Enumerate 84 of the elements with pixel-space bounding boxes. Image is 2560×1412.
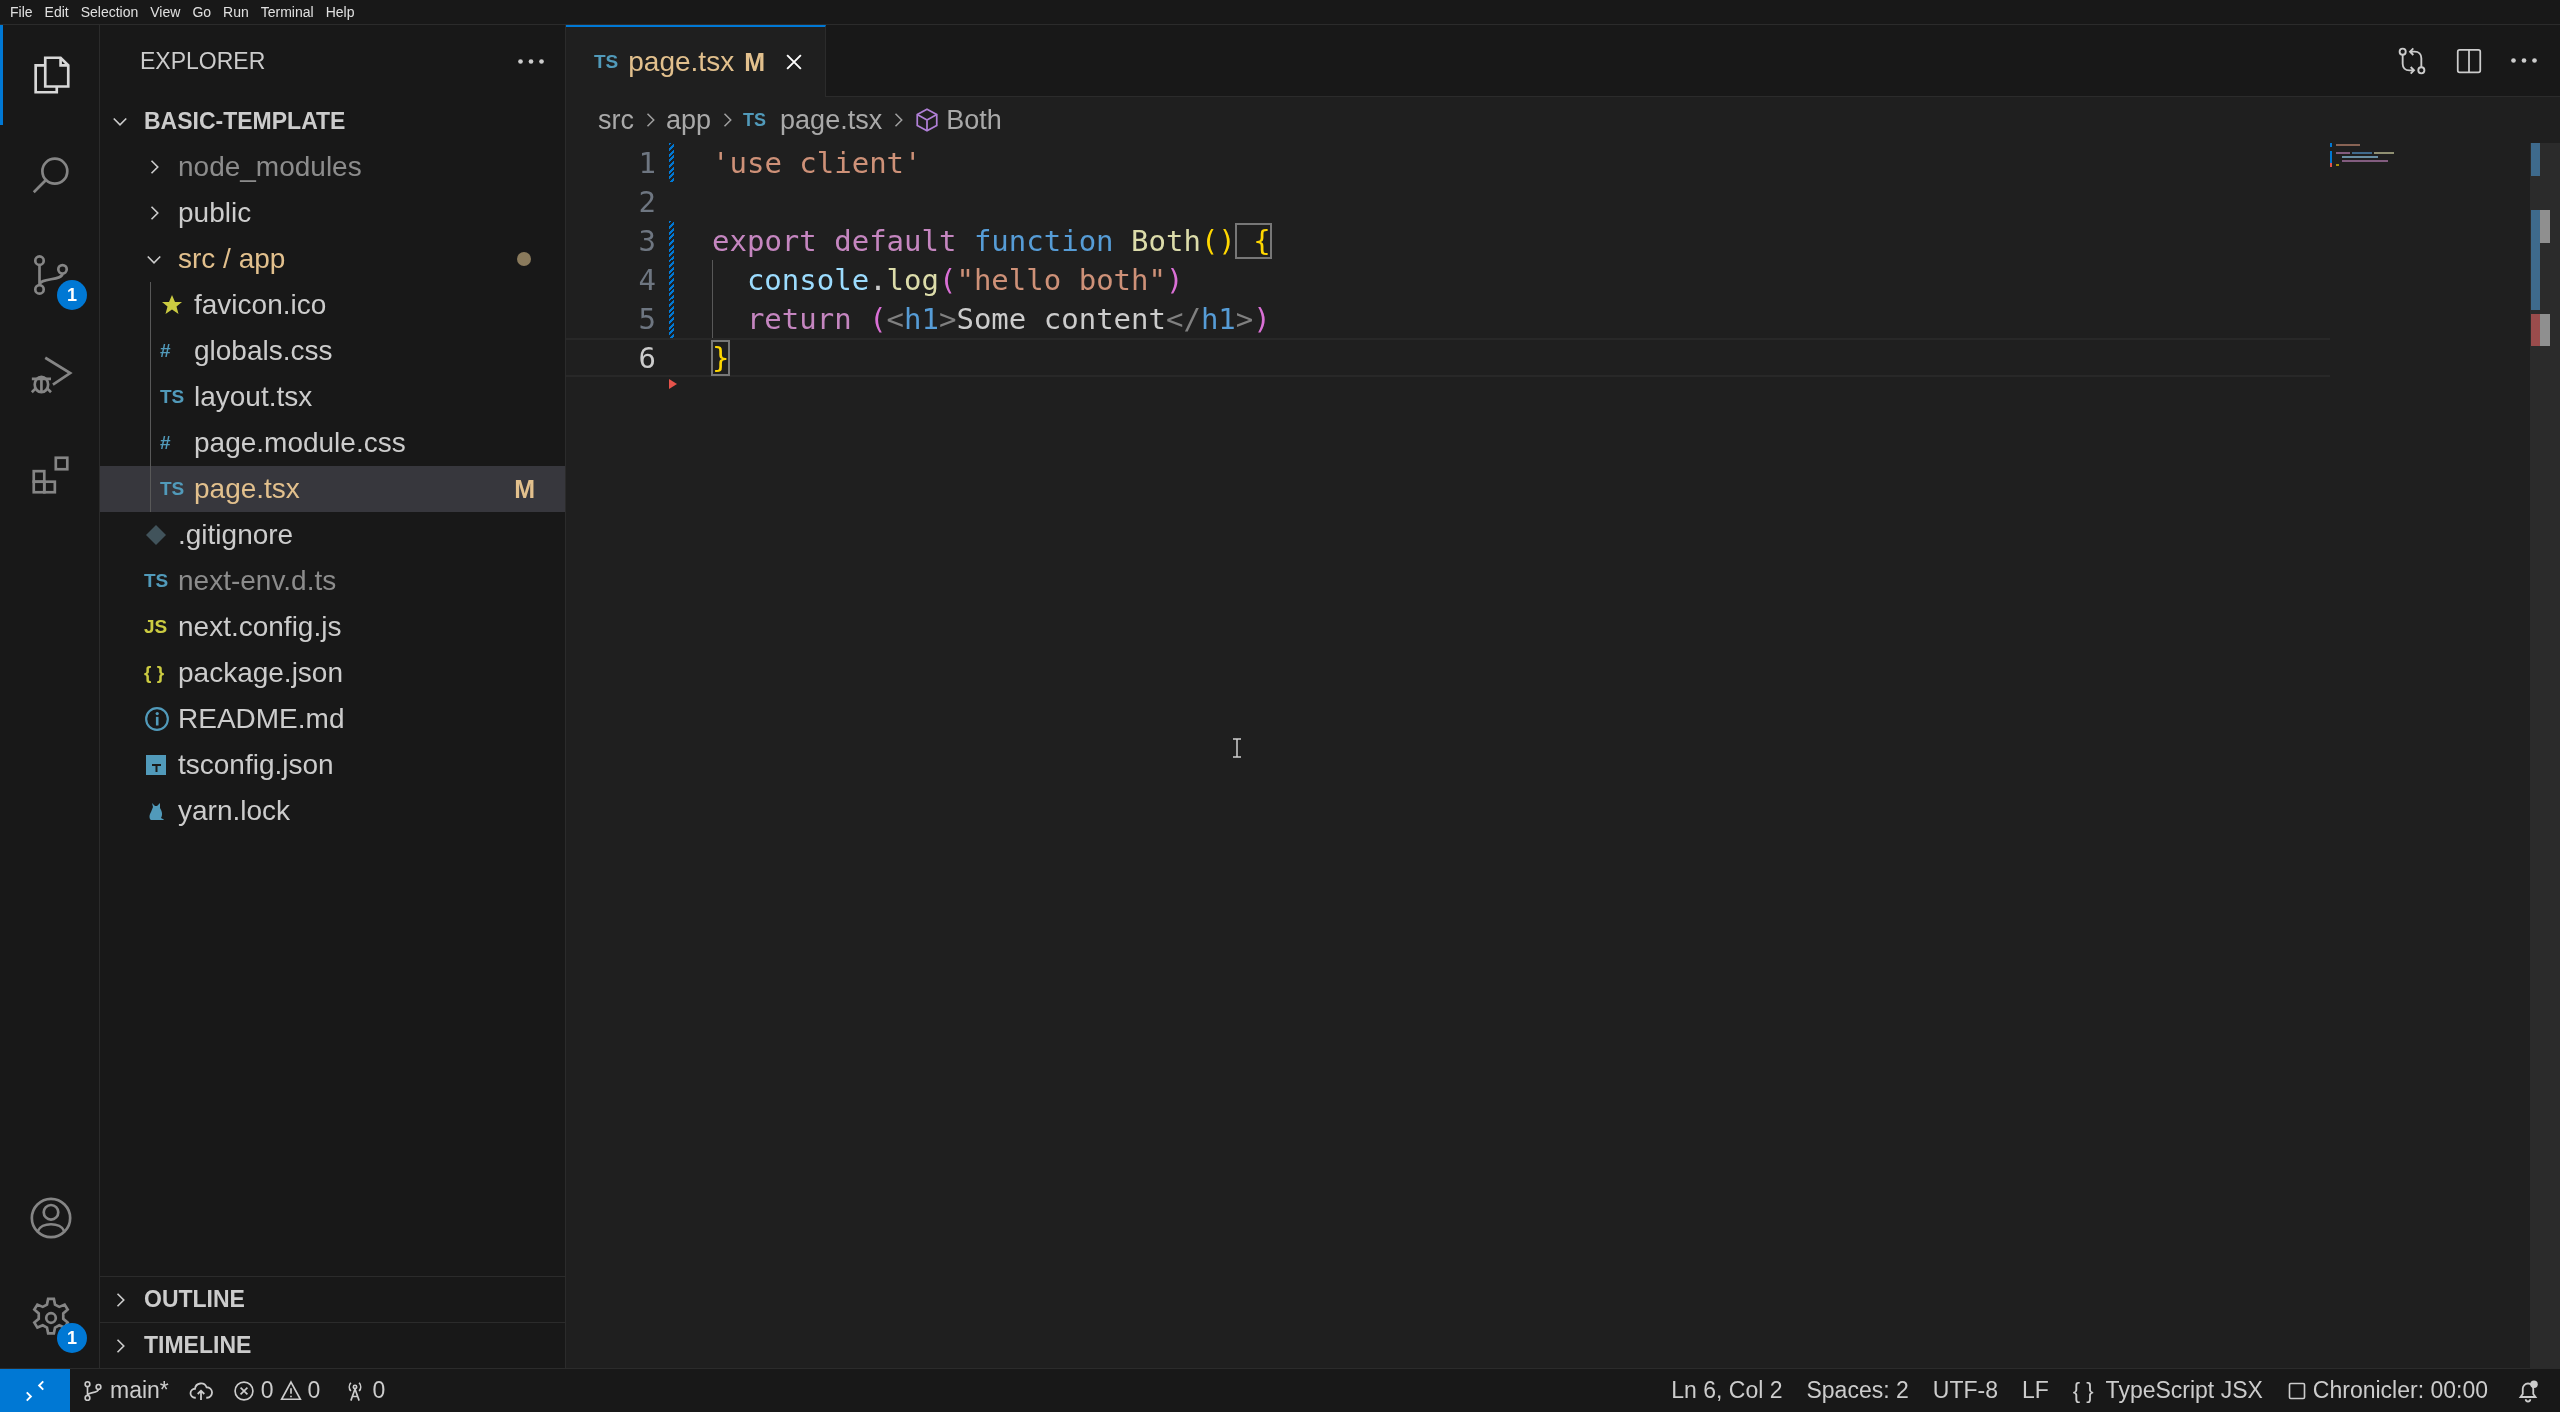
file-type-icon: TS: [144, 570, 169, 592]
warning-icon: [279, 1379, 302, 1402]
explorer-entry[interactable]: TS page.tsx M: [100, 466, 565, 512]
file-type-icon: TS: [160, 386, 185, 408]
code-line: export default function Both() {: [712, 223, 1271, 258]
menu-bar-entry[interactable]: Help: [319, 4, 361, 20]
chronicler-item[interactable]: Chronicler: 00:00: [2274, 1377, 2500, 1404]
more-icon[interactable]: [517, 58, 545, 65]
explorer-entry[interactable]: .gitignore: [100, 512, 565, 558]
diamond-icon: [144, 523, 168, 547]
file-type-icon: TS: [160, 478, 185, 500]
explorer-folder[interactable]: src / app: [100, 236, 565, 282]
info-icon: [144, 706, 170, 732]
count-badge: 1: [57, 280, 87, 310]
account-icon: [28, 1195, 74, 1241]
line-number: 1: [637, 145, 656, 180]
breadcrumb-item[interactable]: src: [598, 104, 634, 136]
encoding-setting[interactable]: UTF-8: [1920, 1377, 2010, 1404]
explorer-entry[interactable]: TS next-env.d.ts: [100, 558, 565, 604]
activity-bar-item[interactable]: 1: [0, 1268, 99, 1368]
file-type-icon: TS: [743, 109, 767, 131]
menu-bar-entry[interactable]: File: [4, 4, 39, 20]
branch-item[interactable]: main*: [70, 1377, 181, 1404]
explorer-entry[interactable]: # globals.css: [100, 328, 565, 374]
explorer-entry[interactable]: tsconfig.json: [100, 742, 565, 788]
line-number: 3: [637, 223, 656, 258]
breadcrumb-item[interactable]: app: [666, 104, 712, 136]
code-line: console.log("hello both"): [746, 262, 1184, 297]
problems-item[interactable]: 0 0: [220, 1377, 333, 1404]
menu-bar-entry[interactable]: Run: [217, 4, 255, 20]
config-file-icon: [144, 753, 168, 777]
folder-header[interactable]: BASIC-TEMPLATE: [100, 98, 565, 144]
git-status-letter: M: [744, 47, 765, 77]
minimap: [2330, 143, 2394, 167]
braces-icon: { }: [2072, 1377, 2094, 1404]
explorer-entry[interactable]: # page.module.css: [100, 420, 565, 466]
explorer-entry[interactable]: yarn.lock: [100, 788, 565, 834]
menu-bar-entry[interactable]: Terminal: [254, 4, 320, 20]
tab-title: page.tsx: [628, 46, 735, 78]
breadcrumb-item[interactable]: Both: [946, 104, 1002, 136]
count-badge: 1: [57, 1323, 87, 1353]
file-type-icon: #: [160, 432, 171, 454]
ports-item[interactable]: 0: [332, 1377, 398, 1404]
file-type-icon: #: [160, 340, 171, 362]
indentation-setting[interactable]: Spaces: 2: [1794, 1377, 1921, 1404]
cursor-position[interactable]: Ln 6, Col 2: [1659, 1377, 1795, 1404]
menu-bar-entry[interactable]: View: [144, 4, 187, 20]
code-line: 'use client': [712, 145, 922, 180]
more-icon[interactable]: [2510, 57, 2538, 64]
code-line: }: [712, 340, 730, 375]
explorer-entry[interactable]: README.md: [100, 696, 565, 742]
file-type-icon: TS: [594, 51, 619, 73]
activity-bar-item[interactable]: 1: [0, 225, 99, 325]
branch-icon: [82, 1379, 104, 1402]
language-mode[interactable]: { } TypeScript JSX: [2060, 1377, 2275, 1404]
section-header[interactable]: OUTLINE: [100, 1276, 565, 1322]
line-number: 2: [637, 184, 656, 219]
modified-dot: [517, 252, 531, 266]
remote-icon: [24, 1379, 46, 1402]
menu-bar-entry[interactable]: Edit: [38, 4, 75, 20]
editor-tab[interactable]: TS page.tsx M: [566, 25, 826, 97]
explorer-entry[interactable]: favicon.ico: [100, 282, 565, 328]
menu-bar-entry[interactable]: Go: [186, 4, 218, 20]
cube-icon: [914, 107, 941, 133]
menu-bar-entry[interactable]: Selection: [74, 4, 145, 20]
explorer-folder[interactable]: node_modules: [100, 144, 565, 190]
notification-bell-icon[interactable]: [2516, 1378, 2540, 1403]
panel-title: EXPLORER: [140, 48, 266, 75]
explorer-folder[interactable]: public: [100, 190, 565, 236]
breadcrumb-item[interactable]: page.tsx: [780, 104, 883, 136]
explorer-entry[interactable]: TS layout.tsx: [100, 374, 565, 420]
line-number: 6: [637, 340, 656, 375]
error-icon: [232, 1379, 255, 1402]
git-status-letter: M: [514, 474, 535, 504]
line-number: 4: [637, 262, 656, 297]
explorer-entry[interactable]: { } package.json: [100, 650, 565, 696]
code-line: return (<h1>Some content</h1>): [746, 301, 1271, 336]
text-cursor-icon: [1232, 738, 1242, 758]
explorer-entry[interactable]: JS next.config.js: [100, 604, 565, 650]
file-type-icon: { }: [144, 662, 165, 684]
square-icon: [2286, 1380, 2307, 1401]
file-type-icon: JS: [144, 616, 168, 638]
line-number: 5: [637, 301, 656, 336]
line-ending-setting[interactable]: LF: [2009, 1377, 2061, 1404]
